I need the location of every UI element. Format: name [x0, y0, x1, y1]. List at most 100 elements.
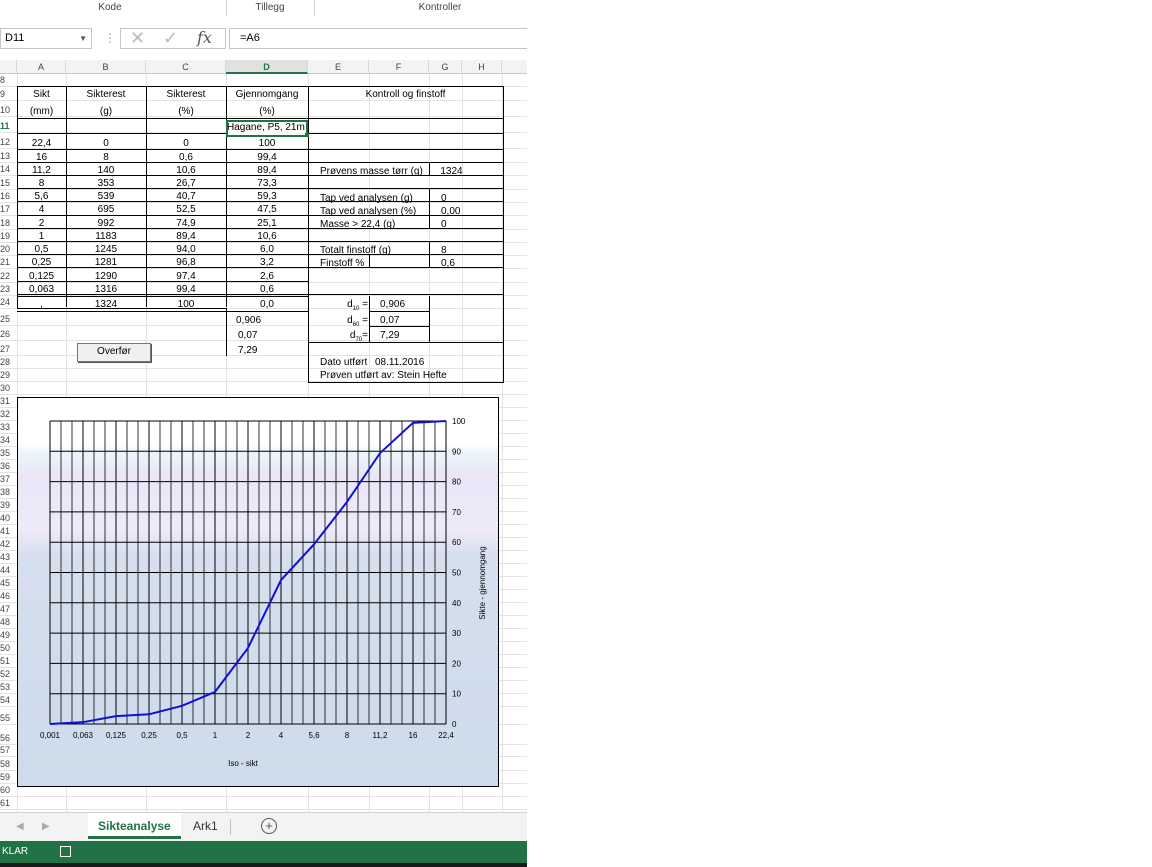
table-cell[interactable]: 1245: [66, 243, 146, 256]
unit-mm[interactable]: (mm): [17, 105, 66, 118]
row-header[interactable]: 18: [0, 217, 10, 230]
table-cell[interactable]: 695: [66, 203, 146, 216]
row-header[interactable]: 34: [0, 434, 10, 447]
row-header[interactable]: 23: [0, 283, 10, 296]
row-header[interactable]: 47: [0, 603, 10, 616]
table-cell[interactable]: 59,3: [226, 190, 308, 203]
d25-value[interactable]: 0,906: [236, 314, 306, 327]
selected-cell-d11[interactable]: Hagane, P5, 21m: [226, 120, 308, 137]
row-header[interactable]: 27: [0, 343, 10, 356]
control-label-finstoff-pct[interactable]: Finstoff %: [320, 257, 364, 270]
row-header[interactable]: 24: [0, 296, 10, 309]
row-header[interactable]: 41: [0, 525, 10, 538]
date-label[interactable]: Dato utført: [320, 356, 367, 369]
table-cell[interactable]: 25,1: [226, 217, 308, 230]
control-label-tap-g[interactable]: Tap ved analysen (g): [320, 192, 413, 205]
d70-value[interactable]: 7,29: [380, 329, 399, 342]
row-header[interactable]: 35: [0, 447, 10, 460]
unit-g[interactable]: (g): [66, 105, 146, 118]
row-header[interactable]: 55: [0, 712, 10, 725]
row-header[interactable]: 16: [0, 190, 10, 203]
column-header-g[interactable]: G: [429, 60, 462, 74]
table-cell[interactable]: 99,4: [226, 151, 308, 164]
table-cell[interactable]: 22,4: [17, 137, 66, 150]
chevron-down-icon[interactable]: ▼: [79, 29, 87, 48]
done-by[interactable]: Prøven utført av: Stein Hefte: [320, 369, 447, 382]
unit-pct-2[interactable]: (%): [226, 105, 308, 118]
insert-function-icon[interactable]: fx: [197, 28, 212, 48]
confirm-icon[interactable]: ✓: [163, 28, 178, 48]
formula-input[interactable]: =A6: [229, 28, 527, 49]
control-value-masse[interactable]: 1324: [429, 165, 474, 178]
table-cell[interactable]: 52,5: [146, 203, 226, 216]
control-label-masse[interactable]: Prøvens masse tørr (g): [320, 165, 423, 178]
table-cell[interactable]: 1281: [66, 256, 146, 269]
header-gjennomgang[interactable]: Gjennomgang: [226, 88, 308, 101]
table-cell[interactable]: 89,4: [226, 164, 308, 177]
column-header-d[interactable]: D: [226, 60, 308, 74]
tab-scroll-left-icon[interactable]: ◀: [16, 821, 24, 832]
row-header[interactable]: 59: [0, 771, 10, 784]
row-header[interactable]: 11: [0, 120, 10, 133]
table-cell[interactable]: 3,2: [226, 256, 308, 269]
row-header[interactable]: 60: [0, 784, 10, 797]
table-cell[interactable]: 16: [17, 151, 66, 164]
control-value-finstoff-g[interactable]: 8: [441, 244, 447, 257]
row-header[interactable]: 26: [0, 328, 10, 341]
table-cell[interactable]: 10,6: [146, 164, 226, 177]
header-sikterest-g[interactable]: Sikterest: [66, 88, 146, 101]
sieve-chart[interactable]: 0 10 20 30 40 50 60 70 80 90 100 0,001 0,063 0,125 0,2…: [17, 397, 499, 787]
table-cell[interactable]: 74,9: [146, 217, 226, 230]
row-header[interactable]: 17: [0, 203, 10, 216]
row-header[interactable]: 48: [0, 616, 10, 629]
table-cell[interactable]: 97,4: [146, 270, 226, 283]
control-title[interactable]: Kontroll og finstoff: [308, 88, 503, 101]
row-header[interactable]: 44: [0, 564, 10, 577]
row-header[interactable]: 30: [0, 382, 10, 395]
row-header[interactable]: 39: [0, 499, 10, 512]
row-header[interactable]: 58: [0, 758, 10, 771]
row-header[interactable]: 49: [0, 629, 10, 642]
row-header[interactable]: 8: [0, 74, 10, 87]
table-cell[interactable]: 0: [66, 137, 146, 150]
table-cell[interactable]: 0,6: [146, 151, 226, 164]
table-cell[interactable]: 8: [66, 151, 146, 164]
table-cell[interactable]: 0,0: [226, 298, 308, 311]
row-header[interactable]: 12: [0, 136, 10, 149]
table-cell[interactable]: 8: [17, 177, 66, 190]
table-cell[interactable]: 992: [66, 217, 146, 230]
column-header-e[interactable]: E: [308, 60, 369, 74]
row-header[interactable]: 51: [0, 655, 10, 668]
row-header[interactable]: 33: [0, 421, 10, 434]
d27-value[interactable]: 7,29: [238, 344, 308, 357]
d70-label[interactable]: d70=: [341, 329, 368, 347]
control-value-tap-pct[interactable]: 0,00: [441, 205, 460, 218]
table-cell[interactable]: 89,4: [146, 230, 226, 243]
row-header[interactable]: 54: [0, 694, 10, 707]
control-value-finstoff-pct[interactable]: 0,6: [441, 257, 455, 270]
table-cell[interactable]: 353: [66, 177, 146, 190]
row-header[interactable]: 46: [0, 590, 10, 603]
row-header[interactable]: 37: [0, 473, 10, 486]
row-header[interactable]: 50: [0, 642, 10, 655]
table-cell[interactable]: 40,7: [146, 190, 226, 203]
table-cell[interactable]: 0,063: [17, 283, 66, 296]
column-header-h[interactable]: H: [462, 60, 502, 74]
column-header-c[interactable]: C: [146, 60, 226, 74]
d10-value[interactable]: 0,906: [380, 298, 405, 311]
table-cell[interactable]: 2,6: [226, 270, 308, 283]
table-cell[interactable]: 1: [17, 230, 66, 243]
control-label-finstoff-g[interactable]: Totalt finstoff (g): [320, 244, 391, 257]
cancel-icon[interactable]: ✕: [130, 28, 145, 48]
row-header[interactable]: 61: [0, 797, 10, 810]
table-cell[interactable]: 5,6: [17, 190, 66, 203]
row-header[interactable]: 14: [0, 163, 10, 176]
table-cell[interactable]: 47,5: [226, 203, 308, 216]
macro-record-icon[interactable]: [60, 846, 71, 857]
row-header[interactable]: 10: [0, 104, 10, 117]
row-header[interactable]: 28: [0, 356, 10, 369]
control-label-tap-pct[interactable]: Tap ved analysen (%): [320, 205, 416, 218]
row-header[interactable]: 57: [0, 744, 10, 757]
table-cell[interactable]: 11,2: [17, 164, 66, 177]
overfor-button[interactable]: Overfør: [77, 343, 151, 362]
